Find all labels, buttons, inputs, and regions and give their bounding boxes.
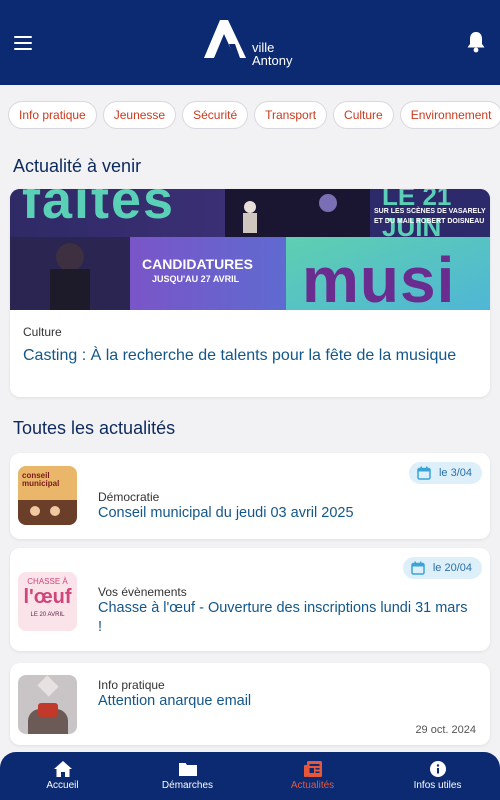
date-badge: le 3/04	[408, 462, 482, 484]
banner-deadline: JUSQU'AU 27 AVRIL	[152, 274, 240, 284]
news-title: Chasse à l'œuf - Ouverture des inscripti…	[98, 600, 468, 635]
nav-demarches[interactable]: Démarches	[125, 752, 250, 800]
nav-label: Démarches	[161, 780, 214, 791]
date-badge: le 20/04	[402, 557, 482, 579]
featured-news-card[interactable]: faites LE 21 JUIN SUR LES SCÈNES DE VASA…	[10, 189, 490, 397]
news-thumbnail: CHASSE À l'œuf LE 20 AVRIL	[18, 572, 77, 631]
news-category: Démocratie	[98, 490, 160, 504]
calendar-icon	[417, 466, 431, 480]
chip-jeunesse[interactable]: Jeunesse	[102, 101, 177, 129]
nav-accueil[interactable]: Accueil	[0, 752, 125, 800]
city-logo: ville Antony	[202, 20, 302, 67]
thumb-caption-1: CHASSE À	[27, 577, 68, 586]
banner-candidatures: CANDIDATURES	[142, 256, 253, 272]
nav-label: Actualités	[290, 780, 335, 791]
news-thumbnail: conseil municipal	[18, 466, 77, 525]
category-chips: Info pratique Jeunesse Sécurité Transport Cu…	[0, 98, 500, 134]
bottom-navigation: Accueil Démarches Actualités Infos utile…	[0, 752, 500, 800]
banner-word-bottom: musi	[302, 244, 456, 310]
news-category: Vos évènements	[98, 585, 187, 599]
chip-environnement[interactable]: Environnement	[399, 101, 500, 129]
thumb-caption-3: LE 20 AVRIL	[30, 612, 65, 618]
news-card[interactable]: CHASSE À l'œuf LE 20 AVRIL le 20/04 Vos …	[10, 548, 490, 651]
news-title: Attention anarque email	[98, 693, 252, 709]
news-category: Info pratique	[98, 678, 165, 692]
chip-info-pratique[interactable]: Info pratique	[8, 101, 97, 129]
badge-date-text: le 20/04	[432, 562, 472, 574]
news-title: Conseil municipal du jeudi 03 avril 2025	[98, 505, 354, 521]
news-date: 29 oct. 2024	[415, 724, 476, 736]
home-icon	[53, 761, 72, 777]
thumb-caption-2: l'œuf	[23, 586, 72, 608]
banner-subtitle-1: SUR LES SCÈNES DE VASARELY	[374, 208, 486, 215]
upcoming-heading: Actualité à venir	[13, 156, 142, 176]
banner-subtitle-2: ET DU MAIL ROBERT DOISNEAU	[374, 218, 485, 225]
brand-line-2: Antony	[252, 53, 293, 68]
nav-label: Accueil	[46, 780, 79, 791]
banner-date-text: LE 21 JUIN	[382, 189, 452, 242]
newspaper-icon	[303, 761, 322, 777]
bell-icon[interactable]	[466, 31, 486, 53]
app-header: ville Antony	[0, 0, 500, 85]
app-screen: ville Antony Info pratique Jeunesse Sécuri…	[0, 0, 500, 800]
folder-icon	[178, 763, 197, 776]
hamburger-icon[interactable]	[14, 36, 32, 51]
chip-transport[interactable]: Transport	[254, 101, 328, 129]
nav-actualites[interactable]: Actualités	[250, 752, 375, 800]
chip-securite[interactable]: Sécurité	[182, 101, 249, 129]
thumb-caption: conseil municipal	[22, 471, 60, 488]
antony-logo-icon	[204, 20, 246, 58]
all-news-heading: Toutes les actualités	[13, 418, 176, 438]
featured-title: Casting : À la recherche de talents pour…	[23, 347, 457, 364]
badge-date-text: le 3/04	[438, 467, 472, 479]
featured-category: Culture	[23, 325, 62, 339]
news-card[interactable]: conseil municipal le 3/04 Démocratie Con…	[10, 453, 490, 539]
nav-infos-utiles[interactable]: Infos utiles	[375, 752, 500, 800]
chip-culture[interactable]: Culture	[333, 101, 394, 129]
news-card[interactable]: Info pratique Attention anarque email 29…	[10, 663, 490, 745]
info-icon	[429, 761, 446, 777]
nav-label: Infos utiles	[413, 780, 462, 791]
calendar-icon	[411, 561, 425, 575]
featured-banner-image: faites LE 21 JUIN SUR LES SCÈNES DE VASA…	[10, 189, 490, 310]
news-thumbnail	[18, 675, 77, 734]
banner-word-top: faites	[22, 189, 176, 230]
